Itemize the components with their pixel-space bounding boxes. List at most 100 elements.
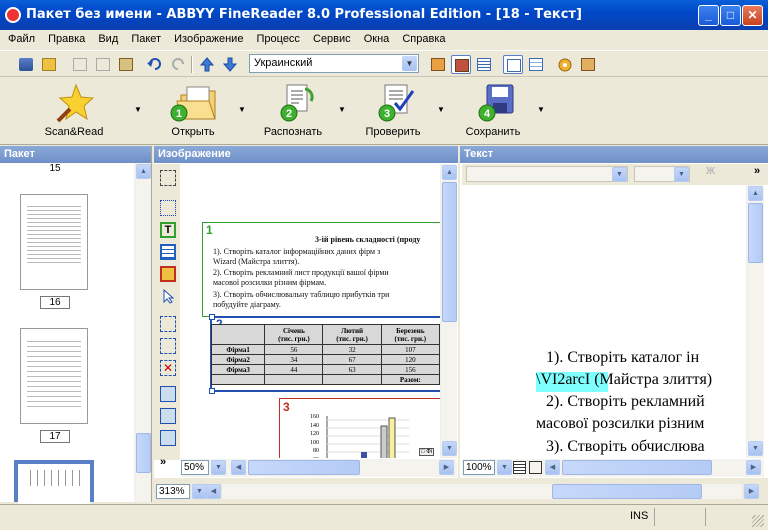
delete-block-tool-icon[interactable]: ✕ [160, 360, 176, 376]
image-window-icon[interactable] [428, 55, 448, 74]
page-thumbnail-18-selected[interactable] [14, 460, 94, 504]
thumbnails-view-icon[interactable] [503, 55, 523, 74]
resize-handle[interactable] [209, 314, 215, 320]
next-page-icon[interactable] [220, 55, 240, 74]
recognition-area-icon[interactable] [160, 200, 176, 216]
scroll-left-icon[interactable]: ◀ [545, 460, 560, 475]
merge-cells-tool-icon[interactable] [160, 430, 176, 446]
image-view[interactable]: 1 3-ій рівень складності (проду 1). Ство… [181, 164, 440, 458]
scroll-right-icon[interactable]: ▶ [439, 460, 454, 475]
text-v-scrollbar[interactable]: ▲ ▼ [746, 185, 764, 458]
app-icon[interactable] [5, 7, 21, 23]
font-size-select[interactable]: ▼ [634, 166, 690, 182]
scroll-up-icon[interactable]: ▲ [442, 165, 457, 180]
menu-windows[interactable]: Окна [359, 30, 395, 45]
scroll-left-icon[interactable]: ◀ [231, 460, 246, 475]
menu-edit[interactable]: Правка [43, 30, 90, 45]
table-rows-tool-icon[interactable] [160, 386, 176, 402]
menu-help[interactable]: Справка [397, 30, 450, 45]
check-button[interactable]: 3 Проверить [356, 81, 430, 141]
menu-view[interactable]: Вид [93, 30, 123, 45]
add-block-tool-icon[interactable] [160, 316, 176, 332]
open-folder-icon[interactable] [39, 55, 59, 74]
scroll-thumb[interactable] [552, 484, 702, 499]
menu-image[interactable]: Изображение [169, 30, 248, 45]
menu-batch[interactable]: Пакет [126, 30, 166, 45]
close-button[interactable]: ✕ [742, 5, 763, 26]
more-tools-chevron-icon[interactable]: » [160, 456, 176, 472]
open-button[interactable]: 1 Открыть [158, 81, 228, 141]
page-view-icon[interactable] [513, 461, 526, 474]
menu-tools[interactable]: Сервис [308, 30, 356, 45]
scroll-thumb[interactable] [562, 460, 712, 475]
previous-page-icon[interactable] [197, 55, 217, 74]
scroll-right-icon[interactable]: ▶ [744, 484, 759, 499]
resize-handle[interactable] [209, 388, 215, 394]
options-gear-icon[interactable] [555, 55, 575, 74]
minimize-button[interactable]: _ [698, 5, 719, 26]
zoom-window-zoom-box[interactable]: 313% [156, 484, 190, 499]
scroll-up-icon[interactable]: ▲ [136, 164, 151, 179]
chevron-down-icon[interactable]: ▼ [612, 167, 627, 182]
chevron-down-icon[interactable]: ▼ [402, 56, 417, 71]
resize-grip[interactable] [752, 515, 764, 527]
cut-icon[interactable] [70, 55, 90, 74]
menu-file[interactable]: Файл [0, 30, 40, 45]
pointer-tool-icon[interactable] [160, 288, 176, 304]
image-h-scrollbar[interactable]: 50% ▼ ◀ ▶ [181, 459, 457, 477]
scan-read-button[interactable]: Scan&Read [38, 81, 110, 141]
scroll-right-icon[interactable]: ▶ [746, 460, 761, 475]
scroll-left-icon[interactable]: ◀ [206, 484, 221, 499]
scroll-thumb[interactable] [136, 433, 151, 473]
check-dropdown-arrow-icon[interactable]: ▼ [437, 105, 445, 114]
new-batch-icon[interactable] [16, 55, 36, 74]
text-window-icon[interactable] [474, 55, 494, 74]
scroll-thumb[interactable] [248, 460, 360, 475]
save-dropdown-arrow-icon[interactable]: ▼ [537, 105, 545, 114]
table-area-tool-icon[interactable] [160, 244, 176, 260]
select-area-tool-icon[interactable] [160, 170, 176, 186]
zoom-dropdown-icon[interactable]: ▼ [497, 460, 512, 475]
table-view-icon[interactable] [529, 461, 542, 474]
text-zoom-box[interactable]: 100% [463, 460, 495, 475]
font-select[interactable]: ▼ [466, 166, 628, 182]
zoom-dropdown-icon[interactable]: ▼ [211, 460, 226, 475]
scroll-thumb[interactable] [442, 182, 457, 322]
text-h-scrollbar[interactable]: 100% ▼ ◀ ▶ [462, 459, 764, 477]
text-area-tool-icon[interactable]: T [160, 222, 176, 238]
scroll-down-icon[interactable]: ▼ [442, 441, 457, 456]
page-thumbnail-16[interactable] [20, 194, 88, 290]
details-view-icon[interactable] [526, 55, 546, 74]
chevron-down-icon[interactable]: ▼ [674, 167, 689, 182]
open-dropdown-arrow-icon[interactable]: ▼ [238, 105, 246, 114]
split-view-icon[interactable] [451, 55, 471, 74]
packet-scrollbar[interactable]: ▲ [134, 163, 151, 502]
redo-icon[interactable] [168, 55, 188, 74]
undo-icon[interactable] [145, 55, 165, 74]
paste-icon[interactable] [116, 55, 136, 74]
scroll-thumb[interactable] [748, 203, 763, 263]
text-view[interactable]: 1). Створіть каталог ін \VI2arcI (Майстр… [462, 185, 746, 458]
scroll-up-icon[interactable]: ▲ [748, 186, 763, 201]
more-format-chevron-icon[interactable]: » [754, 165, 760, 177]
zoom-dropdown-icon[interactable]: ▼ [192, 484, 207, 499]
image-zoom-box[interactable]: 50% [181, 460, 209, 475]
bold-icon[interactable]: Ж [706, 166, 715, 177]
save-button[interactable]: 4 Сохранить [456, 81, 530, 141]
recognize-dropdown-arrow-icon[interactable]: ▼ [338, 105, 346, 114]
chart-y-ticks: 160 140 120 100 80 60 [299, 413, 319, 458]
image-v-scrollbar[interactable]: ▲ ▼ [440, 164, 457, 458]
dictionary-book-icon[interactable] [578, 55, 598, 74]
language-select[interactable]: Украинский ▼ [249, 54, 419, 73]
scan-dropdown-arrow-icon[interactable]: ▼ [134, 105, 142, 114]
recognize-button[interactable]: 2 Распознать [256, 81, 330, 141]
scroll-track[interactable] [222, 484, 742, 499]
cut-block-tool-icon[interactable] [160, 338, 176, 354]
page-thumbnail-17[interactable] [20, 328, 88, 424]
scroll-down-icon[interactable]: ▼ [748, 441, 763, 456]
menu-process[interactable]: Процесс [252, 30, 305, 45]
picture-area-tool-icon[interactable] [160, 266, 176, 282]
maximize-button[interactable]: □ [720, 5, 741, 26]
table-columns-tool-icon[interactable] [160, 408, 176, 424]
copy-icon[interactable] [93, 55, 113, 74]
